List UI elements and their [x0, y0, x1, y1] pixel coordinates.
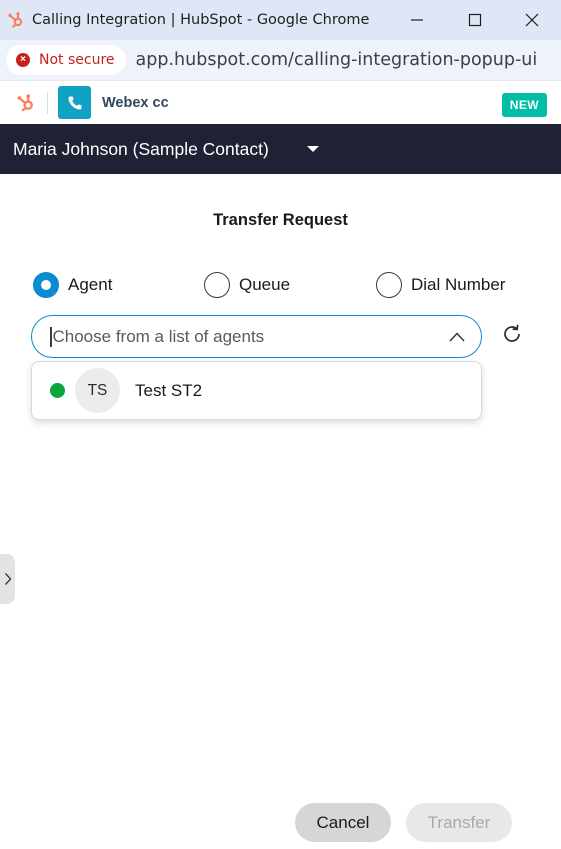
refresh-icon[interactable]	[500, 322, 524, 346]
chevron-up-icon[interactable]	[448, 328, 466, 346]
radio-label: Dial Number	[411, 275, 506, 294]
agent-name: Test ST2	[135, 380, 203, 400]
radio-button[interactable]	[204, 272, 230, 298]
radio-label: Queue	[239, 275, 291, 294]
radio-agent[interactable]: Agent	[33, 272, 112, 298]
radio-button[interactable]	[33, 272, 59, 298]
warning-icon: ×	[16, 53, 30, 67]
close-icon	[525, 13, 539, 27]
avatar: TS	[75, 368, 120, 413]
security-label: Not secure	[39, 52, 115, 68]
header-divider	[47, 91, 48, 114]
new-badge: NEW	[501, 93, 547, 117]
agent-search-input[interactable]: Choose from a list of agents	[31, 315, 482, 358]
transfer-button[interactable]: Transfer	[406, 803, 512, 842]
window-title-bar: Calling Integration | HubSpot - Google C…	[0, 0, 561, 40]
maximize-button[interactable]	[446, 0, 504, 40]
agent-dropdown: TS Test ST2	[31, 361, 482, 420]
text-cursor	[50, 326, 52, 347]
maximize-icon	[468, 13, 482, 27]
minimize-icon	[411, 19, 423, 21]
chevron-right-icon	[4, 573, 11, 585]
contact-name: Maria Johnson (Sample Contact)	[13, 138, 269, 159]
radio-dial-number[interactable]: Dial Number	[376, 272, 505, 298]
url-text[interactable]: app.hubspot.com/calling-integration-popu…	[136, 50, 536, 70]
radio-queue[interactable]: Queue	[204, 272, 290, 298]
status-available-icon	[50, 383, 65, 398]
close-window-button[interactable]	[503, 0, 561, 40]
expand-sidebar-button[interactable]	[0, 554, 15, 604]
app-name: Webex cc	[102, 94, 169, 111]
agent-option[interactable]: TS Test ST2	[32, 362, 481, 419]
radio-label: Agent	[68, 275, 113, 294]
phone-icon	[58, 86, 91, 119]
app-header: Webex cc NEW	[0, 80, 561, 124]
hubspot-logo-icon	[15, 92, 37, 114]
hubspot-icon	[6, 10, 26, 30]
cancel-button[interactable]: Cancel	[295, 803, 391, 842]
contact-selector[interactable]: Maria Johnson (Sample Contact)	[0, 124, 561, 174]
transfer-title: Transfer Request	[213, 211, 348, 229]
window-title: Calling Integration | HubSpot - Google C…	[32, 12, 370, 28]
minimize-button[interactable]	[388, 0, 446, 40]
agent-search-placeholder: Choose from a list of agents	[52, 326, 265, 346]
radio-button[interactable]	[376, 272, 402, 298]
caret-down-icon[interactable]	[306, 146, 319, 152]
address-bar: × Not secure app.hubspot.com/calling-int…	[0, 40, 561, 80]
security-indicator[interactable]: × Not secure	[6, 45, 126, 75]
